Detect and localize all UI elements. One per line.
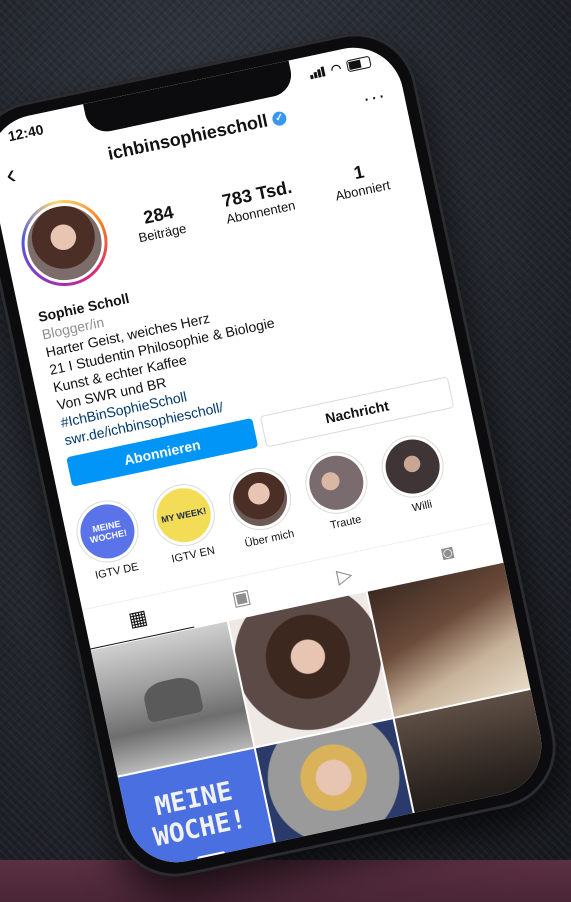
more-options-icon[interactable]: ··· (361, 84, 388, 111)
post-thumbnail[interactable] (367, 562, 531, 717)
highlight-igtv-en[interactable]: MY WEEK! IGTV EN (146, 478, 226, 568)
highlight-cover (304, 450, 369, 515)
avatar-story-ring[interactable] (13, 192, 116, 295)
highlight-cover: MEINE WOCHE! (75, 499, 140, 564)
highlight-circle: MY WEEK! (146, 478, 221, 552)
highlight-label: Traute (329, 513, 363, 532)
highlight-label: IGTV EN (170, 544, 217, 566)
highlight-traute[interactable]: Traute (299, 446, 379, 536)
stat-following[interactable]: 1 Abonniert (330, 157, 392, 203)
grid-icon: ▦ (126, 606, 150, 632)
highlight-circle (299, 446, 374, 520)
status-icons: ◠ (307, 52, 372, 85)
reels-icon: ▣ (229, 584, 253, 611)
tagged-person-icon: ◙ (439, 540, 456, 565)
verified-badge-icon: ✓ (271, 110, 288, 127)
wifi-icon: ◠ (329, 60, 343, 77)
back-icon[interactable]: ‹ (3, 158, 19, 191)
post-thumbnail[interactable] (229, 592, 392, 747)
highlight-cover (228, 466, 293, 532)
highlight-label: IGTV DE (94, 560, 140, 582)
highlight-willi[interactable]: Willi (375, 429, 455, 519)
highlight-circle: MEINE WOCHE! (70, 494, 145, 569)
post-thumbnail[interactable] (90, 621, 254, 776)
highlight-label: Über mich (243, 527, 296, 550)
stat-posts[interactable]: 284 Beiträge (133, 200, 187, 245)
highlight-igtv-de[interactable]: MEINE WOCHE! IGTV DE (70, 494, 150, 584)
avatar (17, 195, 112, 291)
battery-icon (345, 55, 372, 73)
post-caption: MEINE WOCHE! (150, 776, 249, 854)
highlight-uber-mich[interactable]: Über mich (223, 462, 302, 552)
signal-icon (308, 63, 327, 82)
highlight-cover: MY WEEK! (151, 483, 216, 548)
play-icon: ▷ (334, 563, 355, 588)
highlight-cover (380, 434, 445, 499)
status-time: 12:40 (6, 121, 45, 145)
highlight-circle (375, 429, 450, 504)
profile-stats: 284 Beiträge 783 Tsd. Abonnenten 1 Abonn… (113, 152, 412, 249)
highlight-circle (223, 462, 297, 536)
bottom-band (0, 860, 571, 902)
highlight-label: Willi (411, 498, 434, 515)
stat-followers[interactable]: 783 Tsd. Abonnenten (220, 177, 297, 227)
